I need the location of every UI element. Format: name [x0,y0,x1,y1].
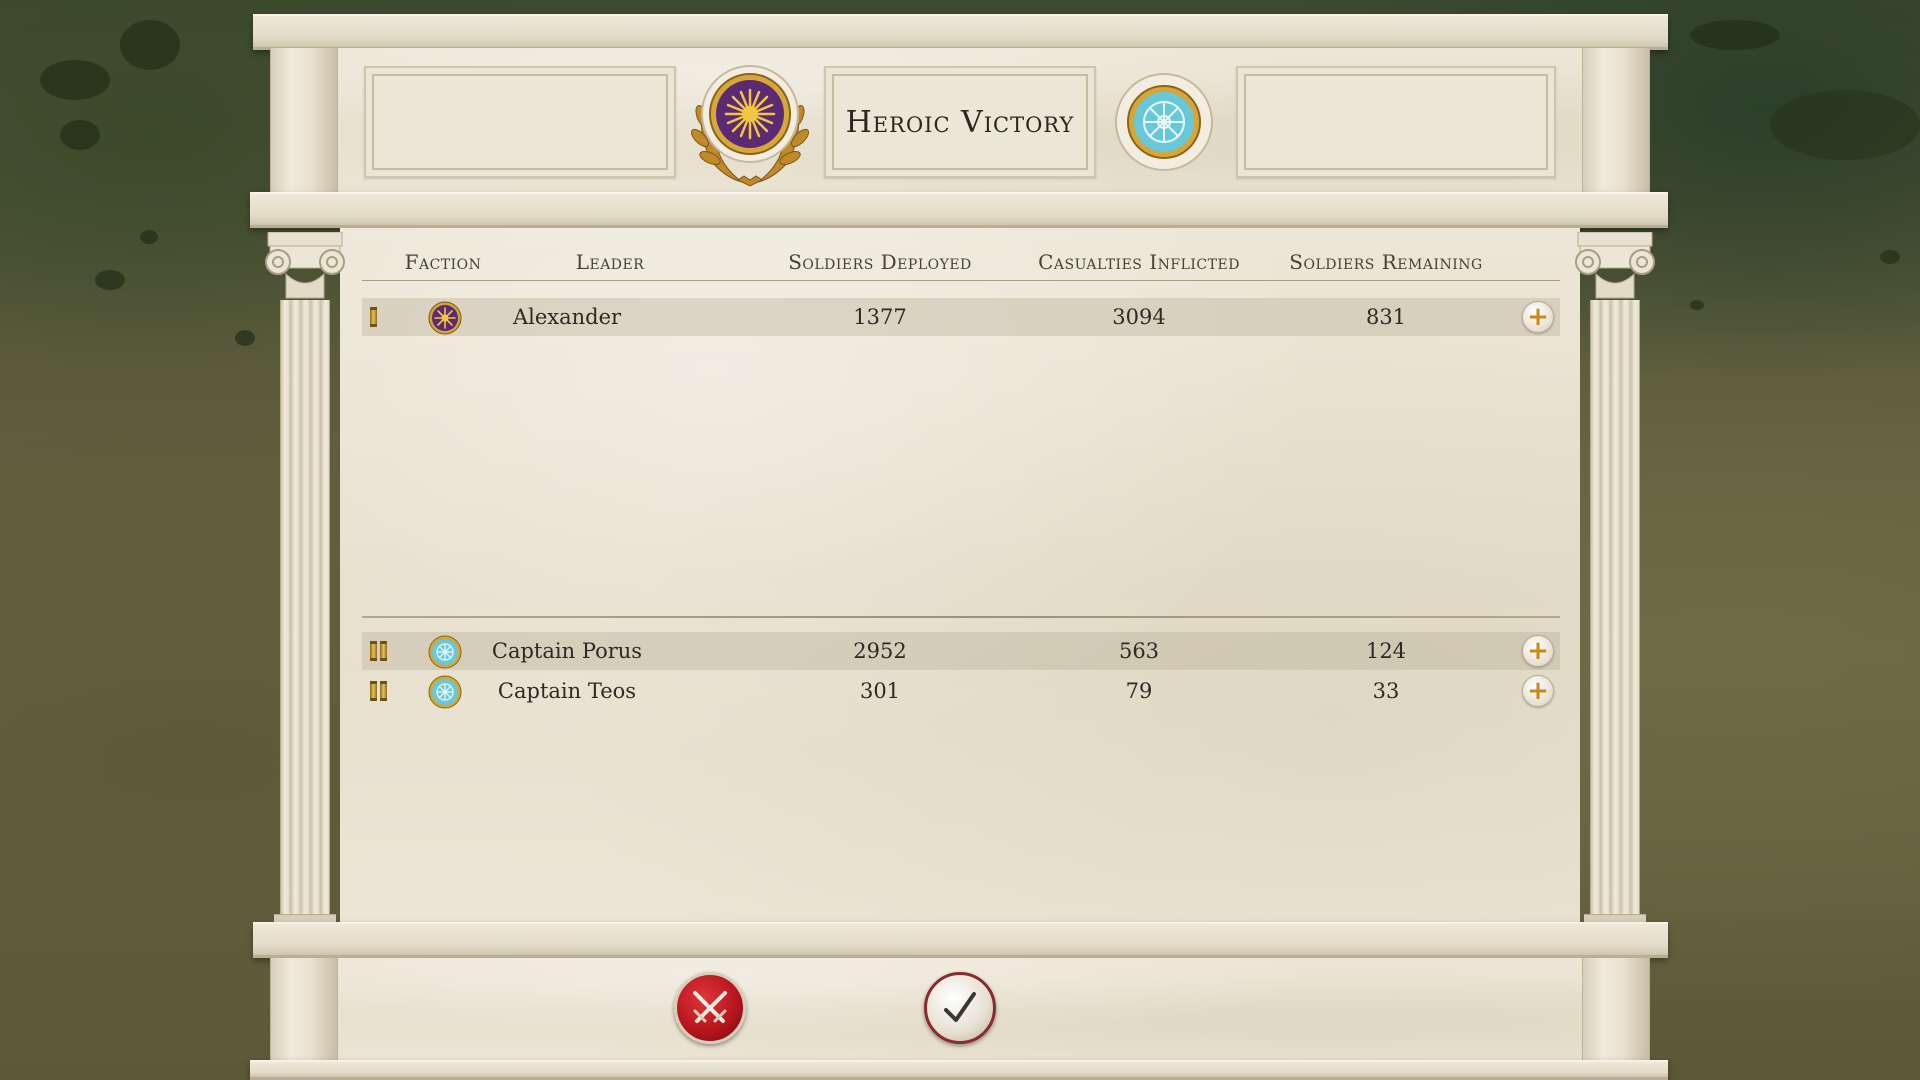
left-pilaster [270,958,338,1062]
leader-name: Alexander [512,305,622,329]
middle-entablature [250,192,1668,228]
confirm-button[interactable] [924,972,996,1044]
ionic-capital-icon [265,232,345,299]
header-rule [362,280,1560,281]
rank-ii-icon [370,681,387,701]
column-header-leader: Leader [575,250,645,274]
battle-result-title: Heroic Victory [845,104,1075,140]
player-name-frame [364,66,676,178]
left-pilaster [270,48,338,194]
soldiers-remaining-value: 124 [1365,639,1407,663]
casualties-inflicted-value: 563 [1118,639,1160,663]
enemy-name-frame [1236,66,1556,178]
column-header-faction: Faction [404,250,482,274]
top-entablature [253,14,1668,50]
ionic-capital-icon [1575,232,1655,299]
right-pilaster [1582,48,1650,194]
leader-name: Captain Porus [491,639,643,663]
results-body: Faction Leader Soldiers Deployed Casualt… [265,228,1655,924]
left-column [265,228,345,924]
expand-details-button[interactable]: + [1522,301,1554,333]
plus-icon: + [1527,676,1549,706]
right-pilaster [1582,958,1650,1062]
rank-i-icon [370,307,377,327]
soldiers-deployed-value: 301 [859,679,901,703]
header-area: Heroic Victory [270,48,1650,194]
footer-area [270,958,1650,1062]
bottom-entablature [250,1060,1668,1080]
casualties-inflicted-value: 79 [1125,679,1153,703]
column-header-soldiers-deployed: Soldiers Deployed [788,250,972,274]
soldiers-remaining-value: 831 [1365,305,1407,329]
player-faction-emblem [680,54,820,188]
result-title-frame: Heroic Victory [824,66,1096,178]
leader-name: Captain Teos [497,679,637,703]
lower-entablature [253,922,1668,958]
table-row[interactable]: Alexander 1377 3094 831 + [362,298,1560,336]
army-divider [362,616,1560,618]
soldiers-deployed-value: 1377 [853,305,907,329]
crossed-swords-icon [693,991,727,1023]
checkmark-icon [944,992,976,1022]
table-row[interactable]: Captain Teos 301 79 33 + [362,672,1560,710]
right-column [1575,228,1655,924]
soldiers-remaining-value: 33 [1372,679,1400,703]
expand-details-button[interactable]: + [1522,675,1554,707]
wheel-emblem-cyan-icon [428,675,462,709]
vergina-sun-purple-icon [428,301,462,335]
wheel-emblem-cyan-icon [1115,73,1213,171]
expand-details-button[interactable]: + [1522,635,1554,667]
laurel-wreath-icon [690,65,810,187]
column-header-soldiers-remaining: Soldiers Remaining [1289,250,1483,274]
rank-ii-icon [370,641,387,661]
soldiers-deployed-value: 2952 [853,639,907,663]
casualties-inflicted-value: 3094 [1112,305,1166,329]
wheel-emblem-cyan-icon [428,635,462,669]
column-header-casualties-inflicted: Casualties Inflicted [1038,250,1240,274]
continue-battle-button[interactable] [674,972,746,1044]
plus-icon: + [1527,636,1549,666]
plus-icon: + [1527,302,1549,332]
enemy-faction-emblem [1114,72,1214,172]
table-row[interactable]: Captain Porus 2952 563 124 + [362,632,1560,670]
